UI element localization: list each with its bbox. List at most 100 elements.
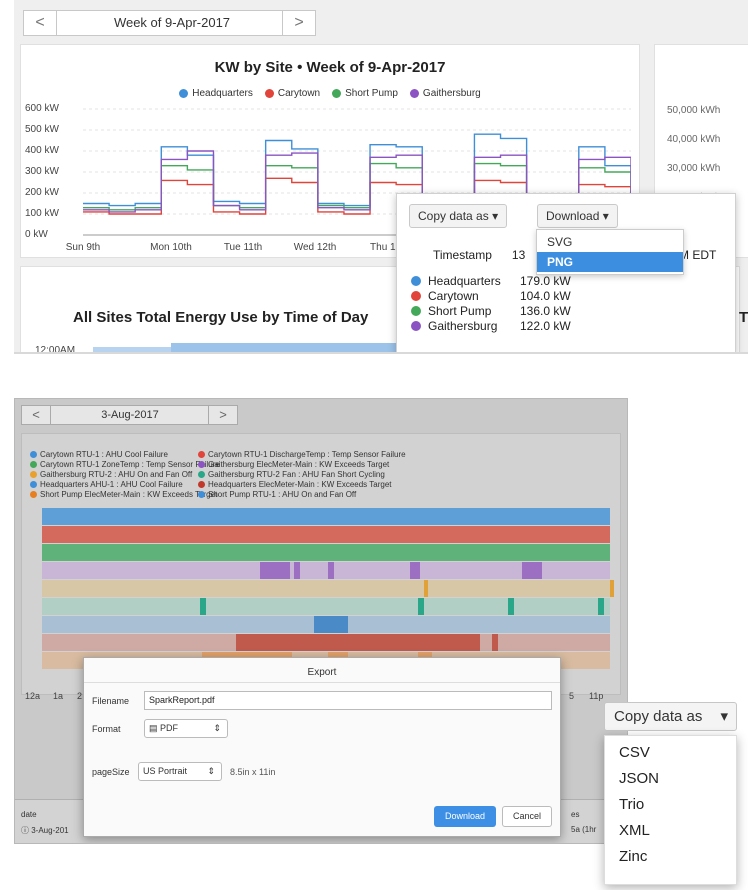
tooltip-series-value: 122.0 kW: [520, 319, 571, 333]
legend-label: Short Pump: [345, 88, 398, 99]
alarm-legend-item[interactable]: Carytown RTU-1 ZoneTemp : Temp Sensor Fa…: [30, 460, 220, 469]
export-download-button[interactable]: Download: [434, 806, 496, 827]
copy-format-trio[interactable]: Trio: [605, 792, 736, 818]
alarm-segment[interactable]: [508, 598, 514, 615]
timestamp-suffix: M EDT: [679, 248, 717, 262]
date-label[interactable]: 3-Aug-2017: [50, 405, 210, 425]
pagesize-select[interactable]: US Portrait ⇕: [138, 762, 222, 781]
alarm-legend-item[interactable]: Headquarters ElecMeter-Main : KW Exceeds…: [198, 480, 391, 489]
export-cancel-button[interactable]: Cancel: [502, 806, 552, 827]
legend-item[interactable]: Headquarters: [179, 88, 253, 99]
info-icon: ⓘ: [21, 826, 32, 835]
alarm-segment[interactable]: [410, 562, 420, 579]
alarm-segment[interactable]: [424, 580, 428, 597]
copy-data-label: Copy data as: [418, 209, 489, 223]
alarm-legend-item[interactable]: Carytown RTU-1 : AHU Cool Failure: [30, 450, 168, 459]
legend-dot: [198, 471, 205, 478]
week-label[interactable]: Week of 9-Apr-2017: [56, 10, 288, 36]
tooltip-series-value: 104.0 kW: [520, 289, 571, 303]
alarm-segment[interactable]: [522, 562, 542, 579]
copy-format-csv[interactable]: CSV: [605, 740, 736, 766]
alarm-legend-label: Carytown RTU-1 : AHU Cool Failure: [40, 450, 168, 459]
y-tick-label: 500 kW: [25, 124, 59, 135]
series-dot: [411, 306, 421, 316]
alarm-legend-item[interactable]: Carytown RTU-1 DischargeTemp : Temp Sens…: [198, 450, 406, 459]
time-of-day-bar: [171, 343, 411, 352]
alarm-segment[interactable]: [294, 562, 300, 579]
legend-dot: [409, 89, 419, 98]
alarm-band[interactable]: [42, 616, 610, 633]
alarm-segment[interactable]: [200, 598, 206, 615]
download-button[interactable]: Download ▾: [537, 204, 618, 228]
dialog-divider: [84, 682, 560, 683]
pagesize-value: US Portrait: [143, 766, 188, 776]
table-header-right: es: [571, 810, 580, 819]
alarm-legend-item[interactable]: Headquarters AHU-1 : AHU Cool Failure: [30, 480, 183, 489]
pagesize-note: 8.5in x 11in: [230, 767, 276, 777]
alarm-segment[interactable]: [260, 562, 290, 579]
y-tick-label: 600 kW: [25, 103, 59, 114]
filename-input[interactable]: SparkReport.pdf: [144, 691, 552, 710]
tooltip-row: Carytown 104.0 kW: [411, 289, 571, 303]
alarm-segment[interactable]: [492, 634, 498, 651]
table-row-right: 5a (1hr: [571, 825, 597, 834]
alarm-band[interactable]: [42, 562, 610, 579]
chart-legend: Headquarters Carytown Short Pump Gaithersbu…: [21, 88, 639, 99]
y-tick-label: 400 kW: [25, 145, 59, 156]
tooltip-series-name: Headquarters: [428, 274, 501, 288]
alarm-segment[interactable]: [314, 616, 348, 633]
alarm-legend-item[interactable]: Short Pump ElecMeter-Main : KW Exceeds T…: [30, 490, 217, 499]
alarm-legend-item[interactable]: Gaithersburg ElecMeter-Main : KW Exceeds…: [198, 460, 389, 469]
alarm-legend-item[interactable]: Short Pump RTU-1 : AHU On and Fan Off: [198, 490, 356, 499]
timestamp-value: 13: [511, 248, 526, 262]
alarm-band[interactable]: [42, 508, 610, 525]
next-day-button[interactable]: >: [208, 405, 238, 425]
tooltip-series-name: Short Pump: [428, 304, 492, 318]
prev-week-button[interactable]: <: [23, 10, 57, 36]
alarm-segment[interactable]: [610, 580, 614, 597]
stepper-icon: ⇕: [213, 723, 221, 733]
alarm-band[interactable]: [42, 634, 610, 651]
copy-data-dropdown-panel: Copy data as ▾ CSV JSON Trio XML Zinc: [596, 685, 744, 890]
alarm-segment[interactable]: [418, 598, 424, 615]
alarm-legend-label: Headquarters AHU-1 : AHU Cool Failure: [40, 480, 183, 489]
legend-dot: [30, 451, 37, 458]
alarm-report-panel: < 3-Aug-2017 > Carytown RTU-1 : AHU Cool…: [14, 398, 628, 844]
next-week-button[interactable]: >: [282, 10, 316, 36]
alarm-legend-label: Carytown RTU-1 ZoneTemp : Temp Sensor Fa…: [40, 460, 220, 469]
download-menu-item-svg[interactable]: SVG: [537, 232, 683, 252]
copy-data-button[interactable]: Copy data as ▾: [604, 702, 737, 731]
series-dot: [411, 291, 421, 301]
legend-item[interactable]: Short Pump: [332, 88, 398, 99]
legend-dot: [198, 461, 205, 468]
copy-format-xml[interactable]: XML: [605, 818, 736, 844]
y-tick-label: 0 kW: [25, 229, 48, 240]
table-row-date[interactable]: ⓘ 3-Aug-201: [21, 825, 69, 836]
copy-format-zinc[interactable]: Zinc: [605, 844, 736, 870]
y-tick-label: 200 kW: [25, 187, 59, 198]
download-menu-item-png[interactable]: PNG: [537, 252, 683, 272]
export-dialog: Export Filename SparkReport.pdf Format ▤…: [83, 657, 561, 837]
filename-label: Filename: [92, 696, 130, 706]
alarm-segment[interactable]: [598, 598, 604, 615]
copy-data-button[interactable]: Copy data as ▾: [409, 204, 508, 228]
legend-dot: [198, 491, 205, 498]
alarm-legend-item[interactable]: Gaithersburg RTU-2 : AHU On and Fan Off: [30, 470, 192, 479]
legend-label: Carytown: [277, 88, 321, 99]
alarm-segment[interactable]: [328, 562, 334, 579]
copy-format-json[interactable]: JSON: [605, 766, 736, 792]
prev-day-button[interactable]: <: [21, 405, 51, 425]
alarm-legend-item[interactable]: Gaithersburg RTU-2 Fan : AHU Fan Short C…: [198, 470, 385, 479]
format-select[interactable]: ▤ PDF ⇕: [144, 719, 228, 738]
energy-tick-label: 30,000 kWh: [667, 163, 721, 174]
legend-item[interactable]: Carytown: [264, 88, 321, 99]
table-header-date: date: [21, 810, 37, 819]
alarm-band[interactable]: [42, 598, 610, 615]
legend-item[interactable]: Gaithersburg: [409, 88, 481, 99]
tooltip-series-value: 179.0 kW: [520, 274, 571, 288]
alarm-band[interactable]: [42, 544, 610, 561]
alarm-segment[interactable]: [236, 634, 480, 651]
alarm-band[interactable]: [42, 526, 610, 543]
alarm-band[interactable]: [42, 580, 614, 597]
tooltip-row: Short Pump 136.0 kW: [411, 304, 571, 318]
